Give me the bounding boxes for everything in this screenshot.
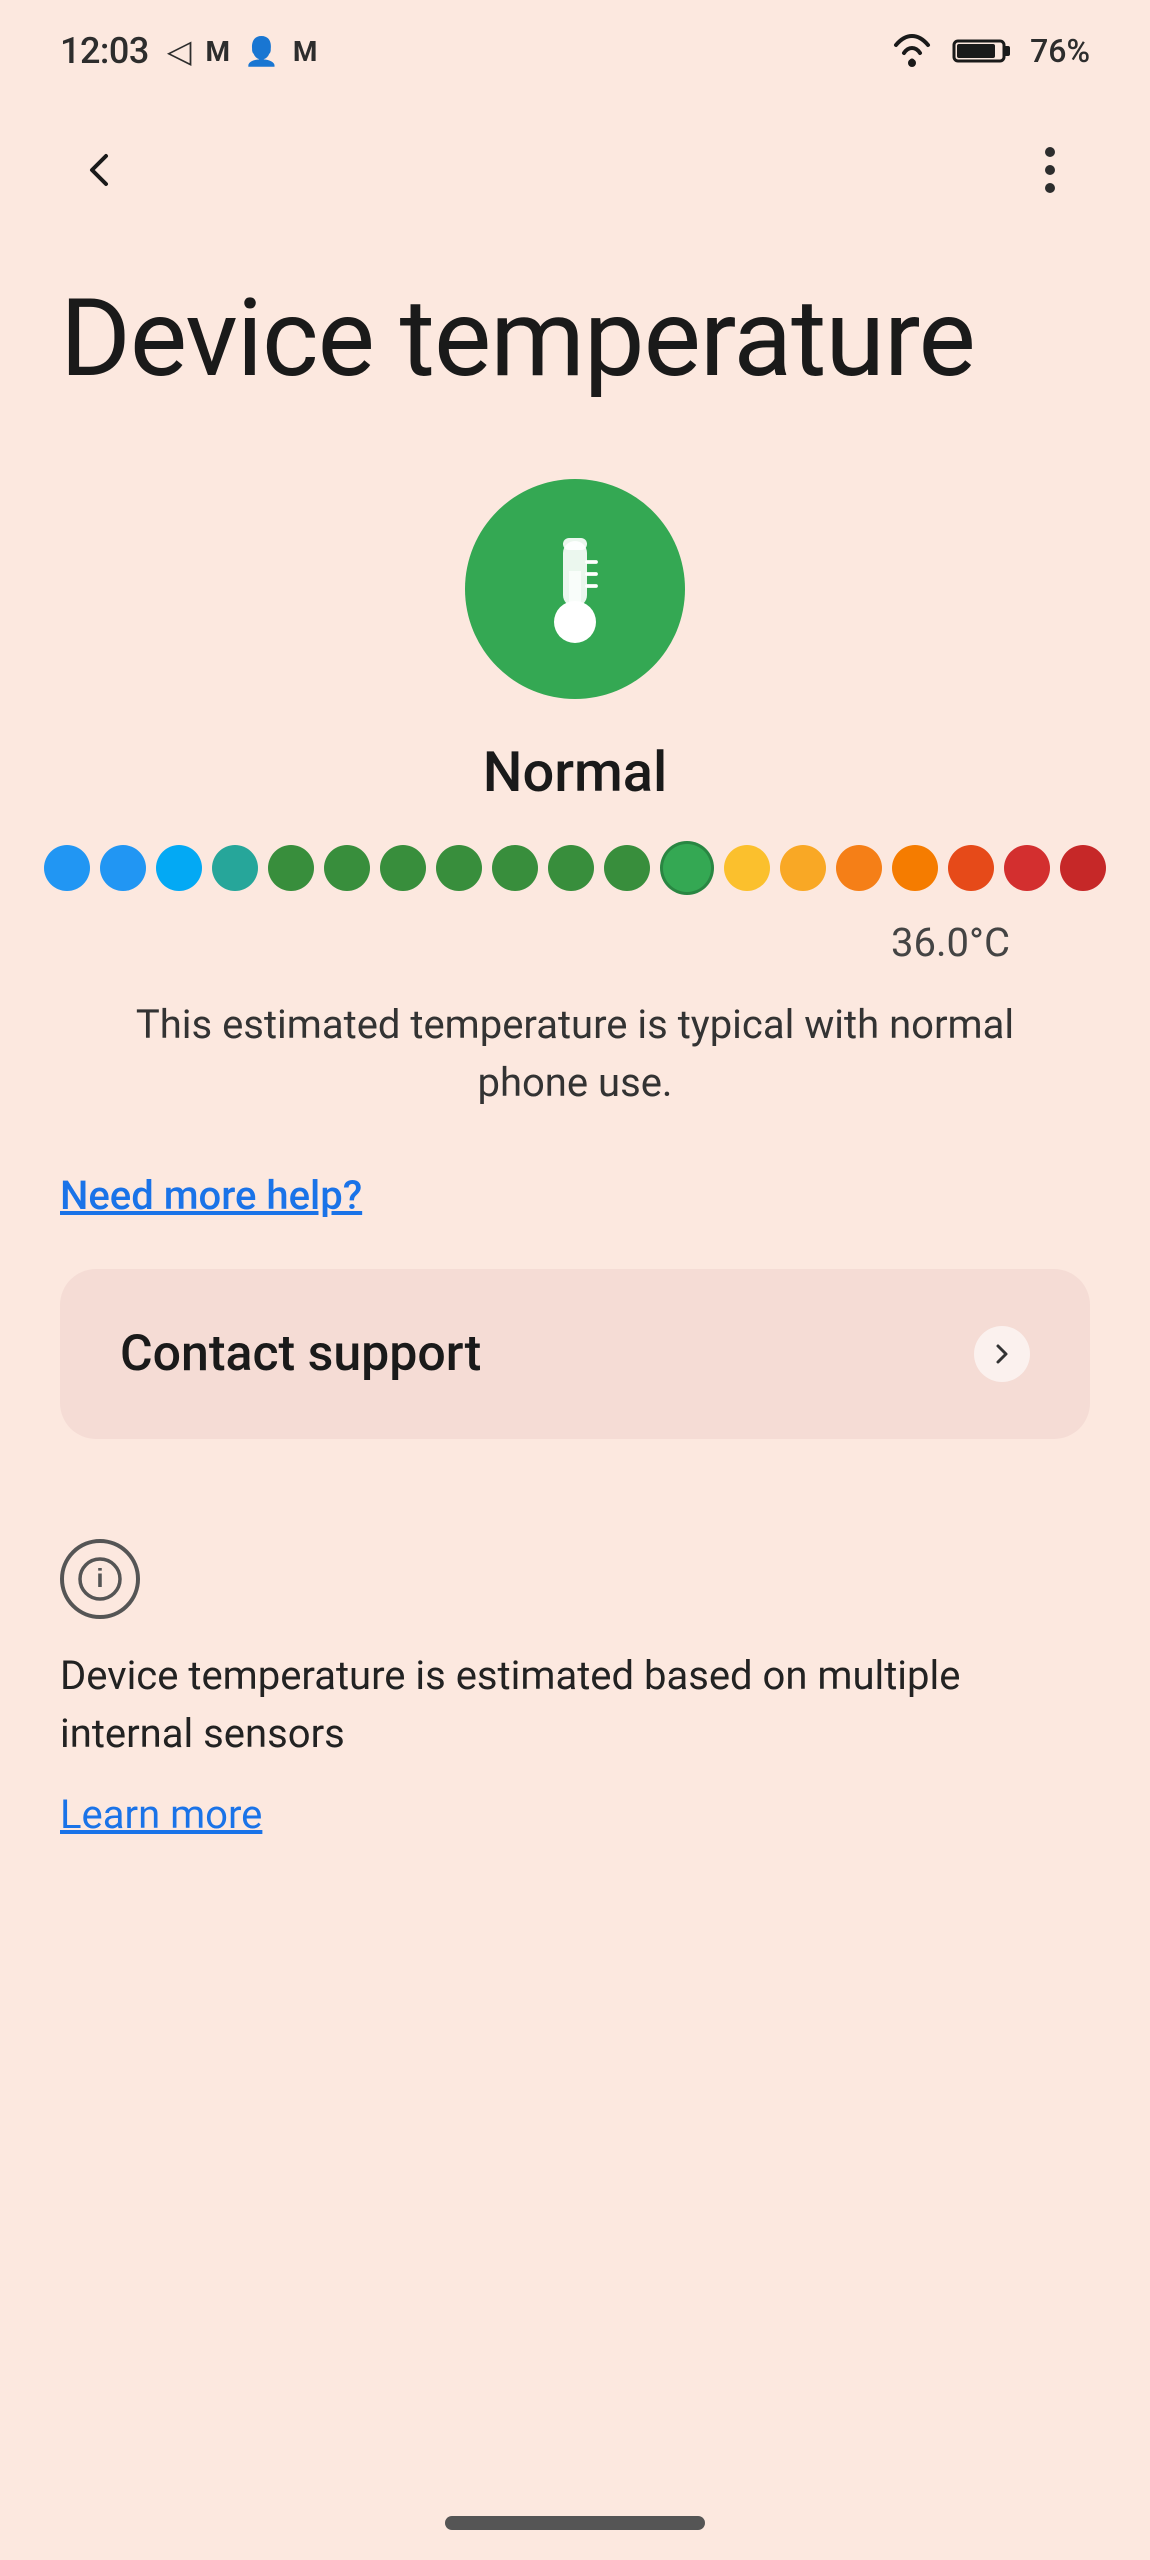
thermometer-icon	[525, 529, 625, 649]
temp-icon-container	[60, 479, 1090, 699]
status-bar: 12:03 ◁ M 👤 M 76%	[0, 0, 1150, 90]
chevron-right-icon	[974, 1326, 1030, 1382]
wifi-icon	[890, 33, 934, 69]
temperature-value: 36.0°C	[60, 919, 1090, 966]
svg-text:i: i	[96, 1563, 103, 1593]
main-content: Device temperature Normal	[0, 240, 1150, 1878]
status-time: 12:03	[60, 30, 149, 72]
contact-support-card[interactable]: Contact support	[60, 1269, 1090, 1439]
back-button[interactable]	[60, 130, 140, 210]
gauge-dot	[492, 845, 538, 891]
dot-1	[1045, 147, 1055, 157]
temperature-status-label: Normal	[60, 739, 1090, 805]
more-options-button[interactable]	[1010, 130, 1090, 210]
home-indicator	[0, 2476, 1150, 2560]
gauge-dot	[44, 845, 90, 891]
gauge-dot	[324, 845, 370, 891]
gauge-dot	[1060, 845, 1106, 891]
gauge-dot	[548, 845, 594, 891]
gauge-dot	[100, 845, 146, 891]
gauge-dot	[268, 845, 314, 891]
gauge-dot	[780, 845, 826, 891]
contact-support-label: Contact support	[120, 1325, 481, 1383]
gmail-icon: M	[205, 35, 230, 68]
person-add-icon: 👤	[244, 35, 279, 68]
gmail-icon-2: M	[293, 35, 318, 68]
status-icons: ◁ M 👤 M	[167, 32, 318, 70]
info-description: Device temperature is estimated based on…	[60, 1647, 1090, 1763]
gauge-dot	[436, 845, 482, 891]
navigation-icon: ◁	[167, 32, 192, 70]
gauge-dot	[660, 841, 714, 895]
home-bar	[445, 2516, 705, 2530]
learn-more-link[interactable]: Learn more	[60, 1791, 1090, 1838]
gauge-dot	[156, 845, 202, 891]
gauge-dot	[836, 845, 882, 891]
gauge-dots	[44, 841, 1106, 895]
gauge-dot	[948, 845, 994, 891]
battery-icon	[952, 33, 1012, 69]
gauge-dot	[892, 845, 938, 891]
need-more-help-link[interactable]: Need more help?	[60, 1172, 362, 1219]
dot-2	[1045, 165, 1055, 175]
info-icon: i	[60, 1539, 140, 1619]
gauge-dot	[380, 845, 426, 891]
gauge-dot	[724, 845, 770, 891]
gauge-dot	[604, 845, 650, 891]
temperature-description: This estimated temperature is typical wi…	[60, 996, 1090, 1112]
status-right: 76%	[890, 32, 1090, 70]
temp-icon-circle	[465, 479, 685, 699]
gauge-dot	[1004, 845, 1050, 891]
page-title: Device temperature	[60, 280, 975, 399]
info-section: i Device temperature is estimated based …	[60, 1539, 1090, 1838]
dot-3	[1045, 183, 1055, 193]
top-nav	[0, 100, 1150, 240]
temperature-gauge	[60, 841, 1090, 895]
status-left: 12:03 ◁ M 👤 M	[60, 30, 317, 72]
gauge-dot	[212, 845, 258, 891]
battery-percentage: 76%	[1030, 32, 1090, 70]
